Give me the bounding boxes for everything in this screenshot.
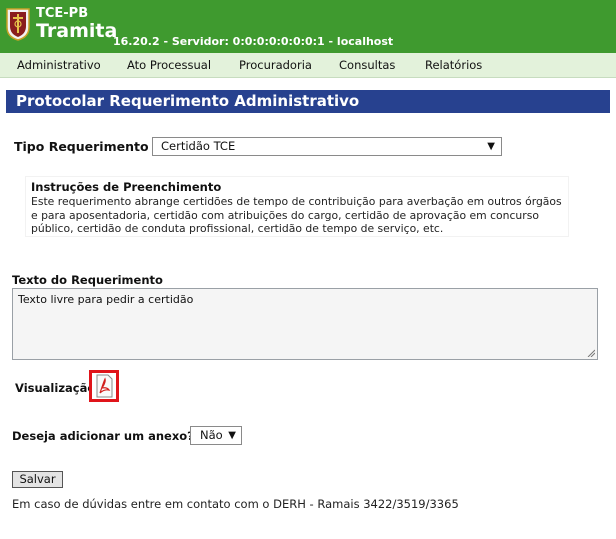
instructions-text: Este requerimento abrange certidões de t… [31, 195, 562, 235]
anexo-value: Não [200, 428, 223, 442]
instructions-title: Instruções de Preenchimento [31, 180, 222, 194]
anexo-select[interactable]: Não ▼ [190, 426, 242, 445]
brand-subtitle: TCE-PB [36, 6, 89, 21]
menu-item-relatorios[interactable]: Relatórios [425, 58, 482, 72]
page-title: Protocolar Requerimento Administrativo [16, 92, 360, 110]
menu-item-administrativo[interactable]: Administrativo [17, 58, 101, 72]
texto-requerimento-label: Texto do Requerimento [12, 273, 163, 287]
texto-requerimento-textarea[interactable]: Texto livre para pedir a certidão [12, 288, 598, 360]
app-header: TCE-PB Tramita 16.20.2 - Servidor: 0:0:0… [0, 0, 616, 53]
texto-requerimento-value: Texto livre para pedir a certidão [18, 293, 194, 306]
menu-item-ato-processual[interactable]: Ato Processual [127, 58, 211, 72]
save-button[interactable]: Salvar [12, 471, 63, 488]
chevron-down-icon: ▼ [487, 141, 495, 152]
anexo-label: Deseja adicionar um anexo? [12, 429, 194, 443]
pdf-preview-button[interactable] [89, 370, 119, 402]
instructions-box: Instruções de Preenchimento Este requeri… [26, 177, 568, 236]
contact-info: Em caso de dúvidas entre em contato com … [12, 497, 459, 511]
menu-item-procuradoria[interactable]: Procuradoria [239, 58, 312, 72]
menu-item-consultas[interactable]: Consultas [339, 58, 395, 72]
pdf-icon [96, 374, 113, 398]
tipo-requerimento-label: Tipo Requerimento [14, 139, 149, 154]
server-info: 16.20.2 - Servidor: 0:0:0:0:0:0:0:1 - lo… [113, 35, 394, 48]
tce-shield-logo-icon [6, 8, 30, 41]
resize-grip-icon[interactable] [587, 349, 595, 357]
brand-title: Tramita [36, 20, 118, 42]
main-menu: Administrativo Ato Processual Procurador… [0, 53, 616, 78]
visualizacao-label: Visualização [15, 381, 96, 395]
chevron-down-icon: ▼ [228, 430, 236, 441]
tipo-requerimento-select[interactable]: Certidão TCE ▼ [152, 137, 502, 156]
page-title-bar: Protocolar Requerimento Administrativo [6, 90, 610, 113]
tipo-requerimento-value: Certidão TCE [161, 139, 236, 153]
